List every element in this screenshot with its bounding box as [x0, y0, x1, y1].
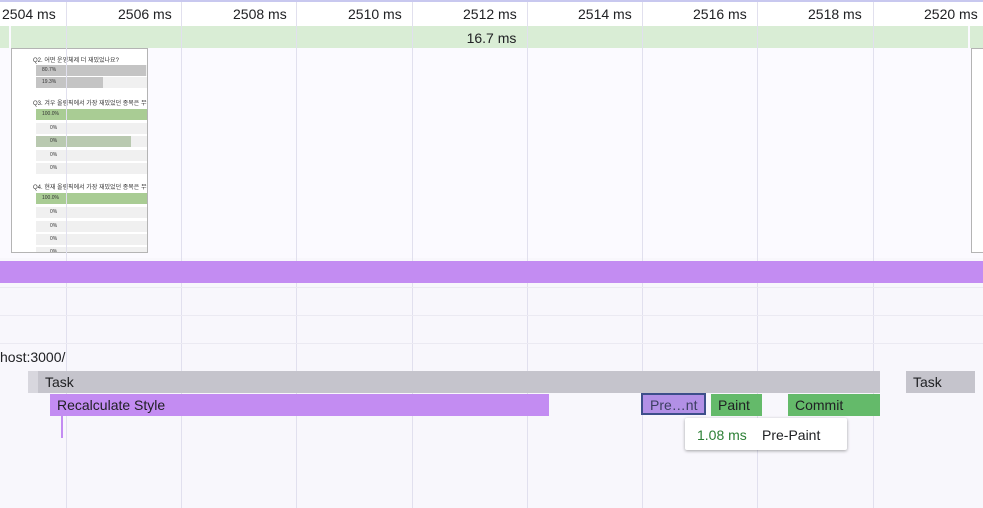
option-label: 0%: [50, 165, 58, 171]
task-label: Task: [45, 374, 74, 390]
track-separator: [0, 343, 983, 344]
option-label: 100.0%: [42, 195, 59, 201]
thread-url-label: host:3000/: [0, 349, 66, 365]
ruler-tick: 2516 ms: [693, 6, 747, 22]
grid-line: [296, 2, 297, 508]
ruler-tick: 2508 ms: [233, 6, 287, 22]
event-label: Commit: [795, 397, 844, 413]
grid-line: [873, 2, 874, 508]
frame-duration-label: 16.7 ms: [466, 30, 517, 46]
screenshot-option: 100.0%: [36, 109, 147, 120]
screenshot-option: 0%: [36, 207, 147, 218]
task-event[interactable]: Task: [28, 371, 880, 393]
option-label: 80.7%: [42, 67, 57, 73]
ruler-tick: 2514 ms: [578, 6, 632, 22]
event-tooltip: 1.08 ms Pre-Paint: [685, 418, 847, 450]
frame-screenshot-thumbnail-next[interactable]: [971, 48, 983, 253]
track-separator: [0, 315, 983, 316]
screenshot-option: 0%: [36, 136, 147, 147]
screenshot-question-q4: Q4. 현재 올림픽에서 가장 재밌었던 종목은 무엇: [33, 185, 148, 191]
time-ruler[interactable]: 2504 ms 2506 ms 2508 ms 2510 ms 2512 ms …: [0, 2, 983, 26]
ruler-tick: 2518 ms: [808, 6, 862, 22]
event-label: Paint: [718, 397, 750, 413]
screenshot-question-q3: Q3. 겨우 올림픽에서 가장 재밌었던 종목은 무엇: [33, 101, 148, 107]
grid-line: [642, 2, 643, 508]
option-label: 0%: [50, 125, 58, 131]
event-label: Pre…nt: [650, 397, 698, 413]
screenshot-option: 0%: [36, 163, 147, 174]
ruler-tick: 2520 ms: [924, 6, 978, 22]
screenshot-option: 0%: [36, 247, 147, 253]
recalculate-style-event[interactable]: Recalculate Style: [50, 394, 549, 416]
option-label: 0%: [50, 152, 58, 158]
option-label: 0%: [50, 223, 58, 229]
commit-event[interactable]: Commit: [788, 394, 880, 416]
task-event[interactable]: Task: [906, 371, 975, 393]
option-label: 19.3%: [42, 79, 57, 85]
task-label: Task: [913, 374, 942, 390]
option-label: 0%: [50, 236, 58, 242]
ruler-tick: 2504 ms: [2, 6, 56, 22]
paint-event[interactable]: Paint: [711, 394, 762, 416]
screenshot-option: 0%: [36, 123, 147, 134]
track-separator: [0, 287, 983, 288]
ruler-tick: 2512 ms: [463, 6, 517, 22]
screenshot-option: 0%: [36, 150, 147, 161]
frame-screenshot-thumbnail[interactable]: Q2. 어떤 운영체제 더 재밌었나요? 80.7% 19.3% Q3. 겨우 …: [11, 48, 148, 253]
screenshot-option: 0%: [36, 234, 147, 245]
grid-line: [66, 2, 67, 508]
scripting-band[interactable]: [0, 261, 983, 283]
tooltip-duration: 1.08 ms: [697, 427, 747, 443]
option-label: 100.0%: [42, 111, 59, 117]
option-label: 0%: [50, 249, 58, 253]
option-label: 0%: [50, 209, 58, 215]
event-stub: [61, 416, 63, 438]
ruler-tick: 2510 ms: [348, 6, 402, 22]
option-label: 0%: [50, 138, 58, 144]
event-label: Recalculate Style: [57, 397, 166, 413]
task-event-head: [28, 371, 38, 393]
grid-line: [527, 2, 528, 508]
screenshot-question-q2: Q2. 어떤 운영체제 더 재밌었나요?: [33, 58, 119, 64]
grid-line: [412, 2, 413, 508]
screenshot-option: 80.7%: [36, 65, 147, 76]
screenshot-option: 0%: [36, 221, 147, 232]
ruler-tick: 2506 ms: [118, 6, 172, 22]
tooltip-name: Pre-Paint: [762, 427, 821, 443]
grid-line: [181, 2, 182, 508]
screenshot-option: 100.0%: [36, 193, 147, 204]
screenshot-option: 19.3%: [36, 77, 147, 88]
pre-paint-event[interactable]: Pre…nt: [641, 393, 706, 415]
